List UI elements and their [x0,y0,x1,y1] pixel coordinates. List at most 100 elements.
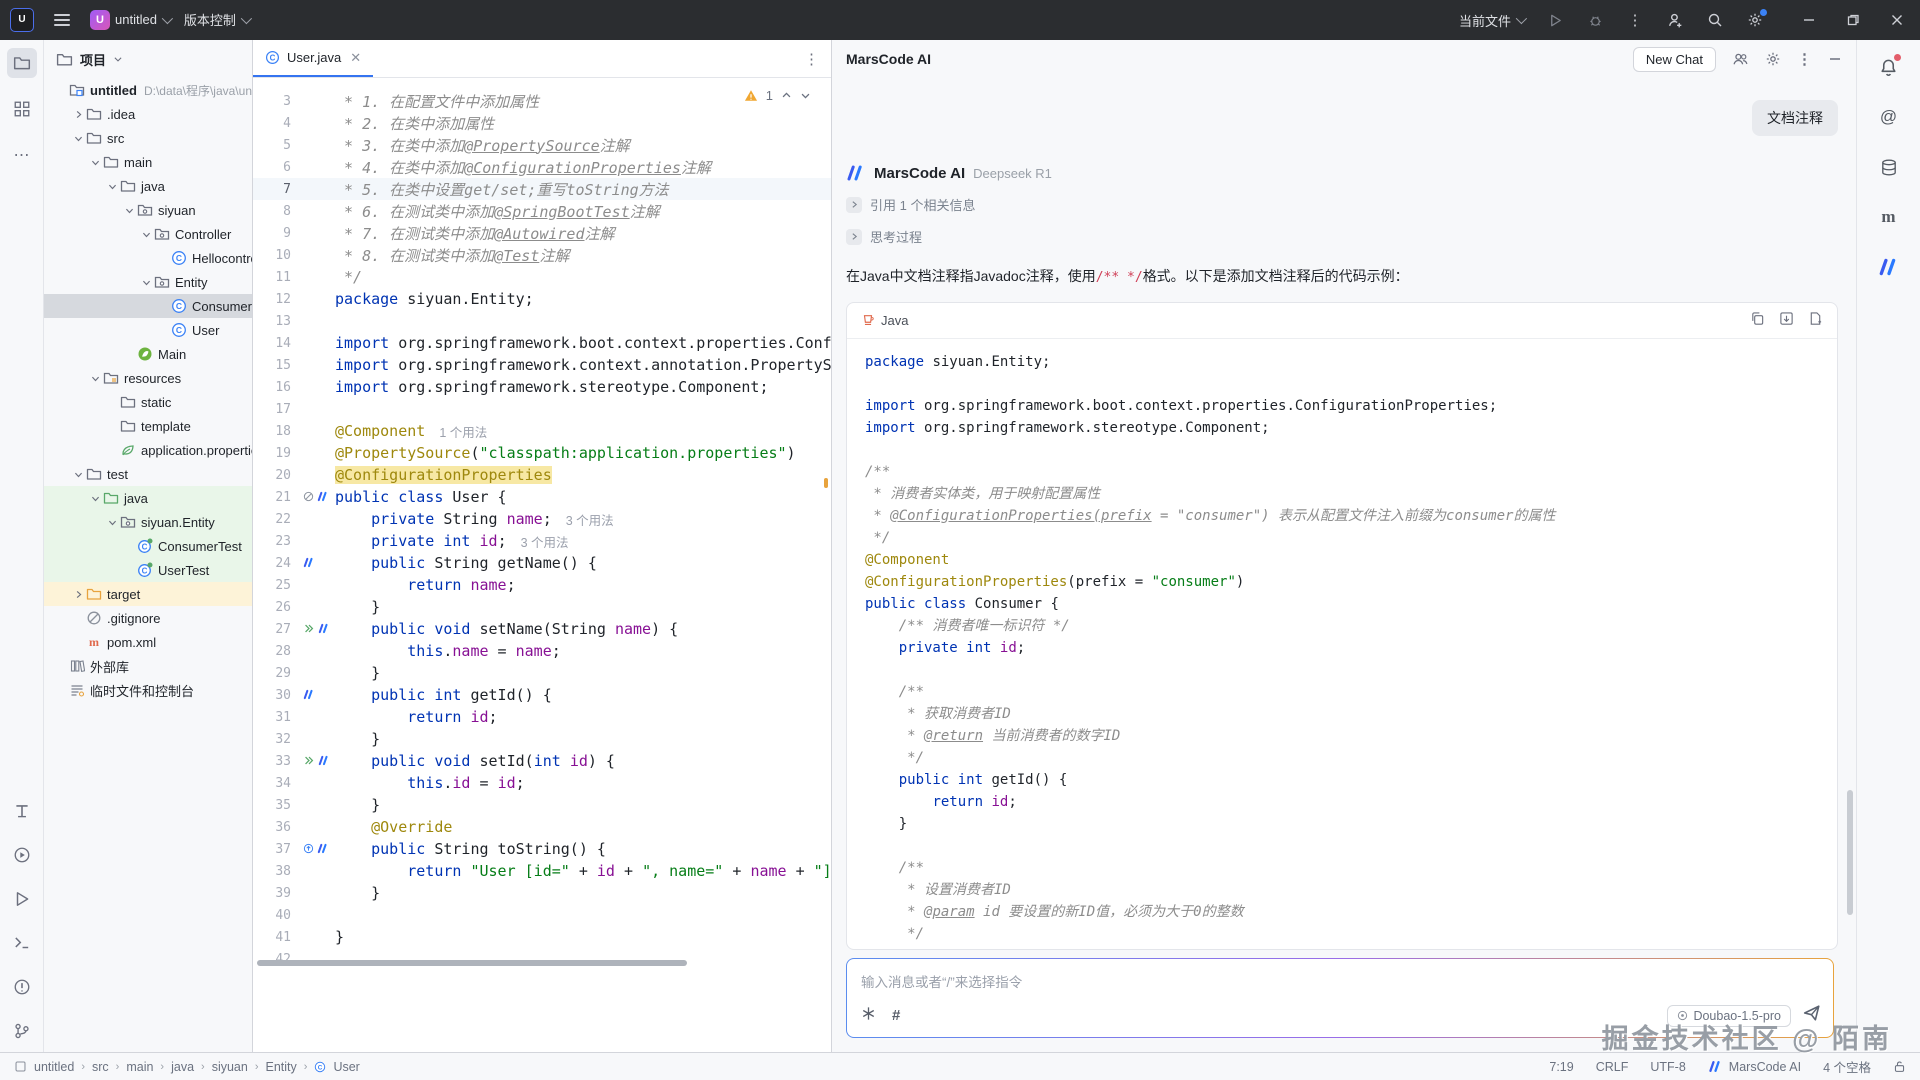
code-line-34[interactable]: 34 this.id = id; [253,772,831,794]
gutter-icons[interactable] [297,686,335,704]
code-line-7[interactable]: 7 * 5. 在类中设置get/set;重写toString方法 [253,178,831,200]
line-number[interactable]: 36 [253,820,297,835]
code-line-8[interactable]: 8 * 6. 在测试类中添加@SpringBootTest注解 [253,200,831,222]
line-number[interactable]: 13 [253,314,297,329]
tree-item-外部库[interactable]: 外部库 [44,654,252,678]
line-number[interactable]: 20 [253,468,297,483]
caret-position[interactable]: 7:19 [1549,1060,1573,1074]
tree-item-pom.xml[interactable]: mpom.xml [44,630,252,654]
code-line-11[interactable]: 11 */ [253,266,831,288]
code-line-23[interactable]: 23 private int id;3 个用法 [253,530,831,552]
ai-assistant-coil-icon[interactable]: @ [1876,104,1902,130]
breadcrumb-item-main[interactable]: main [126,1060,153,1074]
breadcrumb-item-entity[interactable]: Entity [266,1060,297,1074]
breadcrumb-item-untitled[interactable]: untitled [34,1060,74,1074]
code-line-6[interactable]: 6 * 4. 在类中添加@ConfigurationProperties注解 [253,156,831,178]
code-line-33[interactable]: 33 public void setId(int id) { [253,750,831,772]
line-number[interactable]: 38 [253,864,297,879]
tree-chevron-icon[interactable] [71,107,85,121]
tree-item-siyuan[interactable]: siyuan [44,198,252,222]
line-number[interactable]: 21 [253,490,297,505]
close-tab-icon[interactable]: ✕ [350,50,361,66]
settings-gear-icon[interactable] [1746,11,1764,29]
editor-options-icon[interactable]: ⋮ [804,50,831,68]
code-line-28[interactable]: 28 this.name = name; [253,640,831,662]
tree-item-static[interactable]: static [44,390,252,414]
gutter-icons[interactable] [297,554,335,572]
code-line-31[interactable]: 31 return id; [253,706,831,728]
line-number[interactable]: 5 [253,138,297,153]
line-number[interactable]: 26 [253,600,297,615]
tree-chevron-icon[interactable] [122,203,136,217]
code-line-15[interactable]: 15import org.springframework.context.ann… [253,354,831,376]
code-line-10[interactable]: 10 * 8. 在测试类中添加@Test注解 [253,244,831,266]
problems-tool-icon[interactable] [7,972,37,1002]
m-gutter-icon[interactable] [317,488,329,506]
tree-item-untitled[interactable]: untitledD:\data\程序\java\unt [44,78,252,102]
tab-user-java[interactable]: C User.java ✕ [253,40,373,77]
chat-scrollbar[interactable] [1847,790,1853,915]
line-number[interactable]: 35 [253,798,297,813]
code-line-20[interactable]: 20@ConfigurationProperties [253,464,831,486]
code-line-32[interactable]: 32 } [253,728,831,750]
tree-item-main[interactable]: Main [44,342,252,366]
code-line-22[interactable]: 22 private String name;3 个用法 [253,508,831,530]
code-line-5[interactable]: 5 * 3. 在类中添加@PropertySource注解 [253,134,831,156]
context-hash-icon[interactable]: # [892,1007,900,1024]
chat-more-icon[interactable]: ⋮ [1797,50,1812,68]
tree-chevron-icon[interactable] [105,515,119,529]
git-tool-icon[interactable] [7,1016,37,1046]
breadcrumb-item-java[interactable]: java [171,1060,194,1074]
line-number[interactable]: 39 [253,886,297,901]
m-gutter-icon[interactable] [317,840,329,858]
tree-item-java[interactable]: java [44,486,252,510]
run-tool-icon[interactable] [7,884,37,914]
services-tool-icon[interactable] [7,840,37,870]
gutter-icons[interactable] [297,620,335,638]
tree-chevron-icon[interactable] [71,131,85,145]
line-number[interactable]: 27 [253,622,297,637]
copy-code-icon[interactable] [1750,311,1765,329]
main-menu-icon[interactable] [48,8,76,32]
line-number[interactable]: 40 [253,908,297,923]
user-message-chip[interactable]: 文档注释 [1752,100,1838,136]
indent-setting[interactable]: 4 个空格 [1823,1057,1871,1076]
new-file-code-icon[interactable] [1808,311,1823,329]
code-line-30[interactable]: 30 public int getId() { [253,684,831,706]
line-number[interactable]: 18 [253,424,297,439]
code-line-17[interactable]: 17 [253,398,831,420]
usages-inlay-hint[interactable]: 3 个用法 [566,510,614,529]
tree-chevron-icon[interactable] [71,467,85,481]
file-encoding[interactable]: UTF-8 [1650,1060,1685,1074]
code-line-38[interactable]: 38 return "User [id=" + id + ", name=" +… [253,860,831,882]
line-number[interactable]: 10 [253,248,297,263]
horizontal-scrollbar[interactable] [257,960,687,966]
m-gutter-icon[interactable] [318,620,330,638]
references-collapse[interactable]: 引用 1 个相关信息 [846,195,1838,214]
debug-button[interactable] [1586,11,1604,29]
window-restore-button[interactable] [1844,11,1862,29]
code-line-42[interactable]: 42 [253,948,831,970]
tree-item-consumertest[interactable]: CConsumerTest [44,534,252,558]
notifications-bell-icon[interactable] [1876,54,1902,80]
code-line-9[interactable]: 9 * 7. 在测试类中添加@Autowired注解 [253,222,831,244]
line-number[interactable]: 33 [253,754,297,769]
gutter-icons[interactable] [297,488,335,506]
breadcrumb-item-siyuan[interactable]: siyuan [212,1060,248,1074]
usages-inlay-hint[interactable]: 1 个用法 [439,422,487,441]
m-gutter-icon[interactable] [303,554,315,572]
commands-icon[interactable] [861,1006,876,1026]
line-number[interactable]: 34 [253,776,297,791]
run-button[interactable] [1546,11,1564,29]
code-line-4[interactable]: 4 * 2. 在类中添加属性 [253,112,831,134]
run-configuration-select[interactable]: 当前文件 [1459,11,1524,30]
readonly-lock-icon[interactable] [1893,1060,1906,1073]
tree-item-user[interactable]: CUser [44,318,252,342]
green-gutter-icon[interactable] [303,752,315,770]
tree-chevron-icon[interactable] [71,587,85,601]
line-number[interactable]: 22 [253,512,297,527]
code-line-39[interactable]: 39 } [253,882,831,904]
code-line-21[interactable]: 21public class User { [253,486,831,508]
database-tool-icon[interactable] [1876,154,1902,180]
code-line-40[interactable]: 40 [253,904,831,926]
